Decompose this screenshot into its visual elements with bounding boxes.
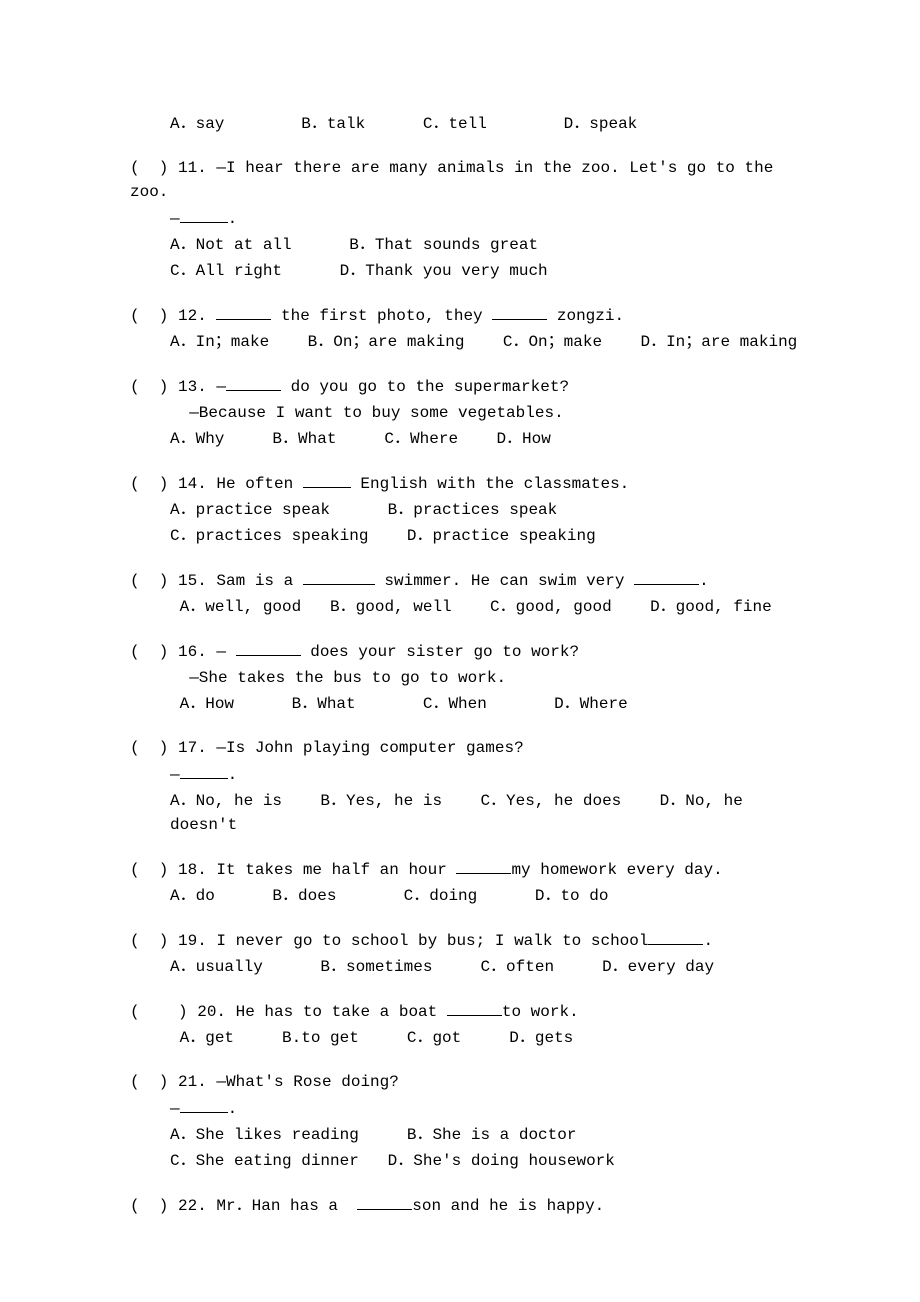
- question-18: ( ) 18. It takes me half an hour my home…: [130, 857, 805, 908]
- question-line: A．Why B．What C．Where D．How: [170, 427, 805, 451]
- question-line: A．well, good B．good, well C．good, good D…: [170, 595, 805, 619]
- question-line: ( ) 16. — does your sister go to work?: [130, 639, 805, 664]
- question-line: A．She likes reading B．She is a doctor: [170, 1123, 805, 1147]
- question-line: A．get B.to get C．got D．gets: [170, 1026, 805, 1050]
- question-13: ( ) 13. — do you go to the supermarket? …: [130, 374, 805, 451]
- question-line: ( ) 21. —What's Rose doing?: [130, 1070, 805, 1094]
- question-15: ( ) 15. Sam is a swimmer. He can swim ve…: [130, 568, 805, 619]
- question-line: A．usually B．sometimes C．often D．every da…: [170, 955, 805, 979]
- question-20: ( ) 20. He has to take a boat to work. A…: [130, 999, 805, 1050]
- question-line: —.: [170, 762, 805, 787]
- question-prev-options: A．say B．talk C．tell D．speak: [130, 112, 805, 136]
- question-22: ( ) 22. Mr．Han has a son and he is happy…: [130, 1193, 805, 1218]
- question-line: A．say B．talk C．tell D．speak: [170, 112, 805, 136]
- question-line: ( ) 11. —I hear there are many animals i…: [130, 156, 805, 204]
- question-line: —Because I want to buy some vegetables.: [170, 401, 805, 425]
- question-line: ( ) 12. the first photo, they zongzi.: [130, 303, 805, 328]
- question-line: —.: [170, 1096, 805, 1121]
- question-line: ( ) 17. —Is John playing computer games?: [130, 736, 805, 760]
- question-line: ( ) 20. He has to take a boat to work.: [130, 999, 805, 1024]
- question-line: —She takes the bus to go to work.: [170, 666, 805, 690]
- question-line: ( ) 13. — do you go to the supermarket?: [130, 374, 805, 399]
- question-16: ( ) 16. — does your sister go to work? —…: [130, 639, 805, 716]
- question-19: ( ) 19. I never go to school by bus; I w…: [130, 928, 805, 979]
- question-line: C．practices speaking D．practice speaking: [170, 524, 805, 548]
- question-14: ( ) 14. He often English with the classm…: [130, 471, 805, 548]
- question-line: C．She eating dinner D．She's doing housew…: [170, 1149, 805, 1173]
- question-line: A．Not at all B．That sounds great: [170, 233, 805, 257]
- question-12: ( ) 12. the first photo, they zongzi.A．I…: [130, 303, 805, 354]
- question-line: C．All right D．Thank you very much: [170, 259, 805, 283]
- question-line: A．do B．does C．doing D．to do: [170, 884, 805, 908]
- question-line: —.: [170, 206, 805, 231]
- question-line: ( ) 18. It takes me half an hour my home…: [130, 857, 805, 882]
- question-line: A．practice speak B．practices speak: [170, 498, 805, 522]
- question-11: ( ) 11. —I hear there are many animals i…: [130, 156, 805, 283]
- worksheet-body: A．say B．talk C．tell D．speak ( ) 11. —I he…: [130, 112, 805, 1218]
- question-line: A．How B．What C．When D．Where: [170, 692, 805, 716]
- question-line: A．In；make B．On；are making C．On；make D．In…: [170, 330, 805, 354]
- question-17: ( ) 17. —Is John playing computer games?…: [130, 736, 805, 837]
- question-line: ( ) 22. Mr．Han has a son and he is happy…: [130, 1193, 805, 1218]
- question-21: ( ) 21. —What's Rose doing?—.A．She likes…: [130, 1070, 805, 1173]
- question-line: A．No, he is B．Yes, he is C．Yes, he does …: [170, 789, 805, 837]
- question-line: ( ) 15. Sam is a swimmer. He can swim ve…: [130, 568, 805, 593]
- question-line: ( ) 19. I never go to school by bus; I w…: [130, 928, 805, 953]
- question-line: ( ) 14. He often English with the classm…: [130, 471, 805, 496]
